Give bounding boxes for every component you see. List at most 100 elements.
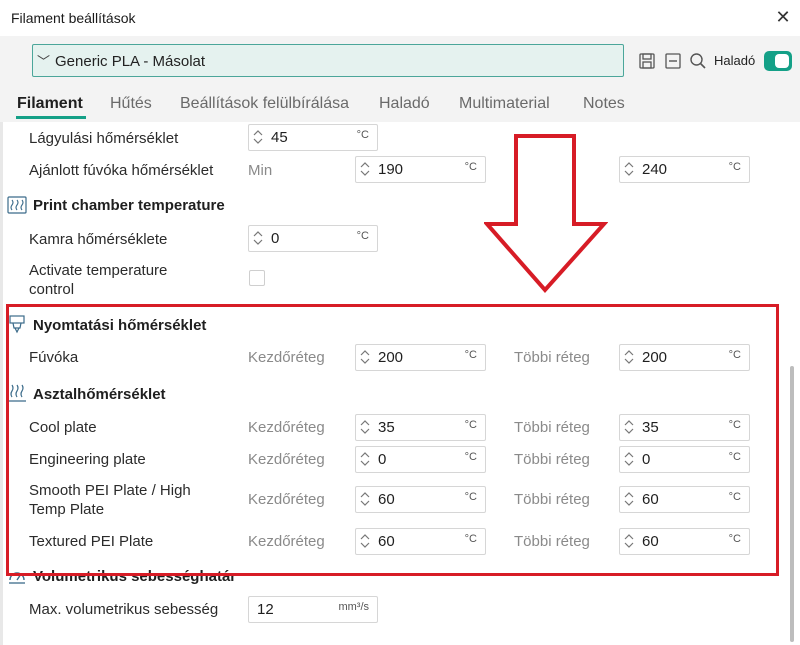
tab-setting-overrides[interactable]: Beállítások felülbírálása	[180, 95, 349, 113]
cool-plate-first-layer-input[interactable]: 35 °C	[355, 414, 486, 441]
advanced-toggle[interactable]	[764, 51, 792, 71]
other-layers-label: Többi réteg	[514, 451, 590, 468]
unit-label: °C	[464, 533, 477, 545]
unit-label: °C	[728, 491, 741, 503]
bed-temp-icon	[8, 384, 26, 402]
engineering-plate-other-layers-input[interactable]: 0 °C	[619, 446, 750, 473]
settings-panel: Lágyulási hőmérséklet 45 °C Ajánlott fúv…	[0, 122, 800, 645]
softening-temp-label: Lágyulási hőmérséklet	[29, 130, 179, 147]
field-value: 0	[378, 451, 387, 468]
softening-temp-value: 45	[271, 129, 288, 146]
spinner-icon[interactable]	[360, 348, 370, 366]
engineering-plate-first-layer-input[interactable]: 0 °C	[355, 446, 486, 473]
plate-name: Engineering plate	[29, 451, 146, 468]
bed-temp-section-title: Asztalhőmérséklet	[33, 386, 166, 403]
softening-temp-input[interactable]: 45 °C	[248, 124, 378, 151]
down-arrow-annotation	[484, 134, 608, 294]
spinner-icon[interactable]	[624, 160, 634, 178]
max-volumetric-speed-input[interactable]: 12 mm³/s	[248, 596, 378, 623]
unit-label: °C	[464, 451, 477, 463]
nozzle-max-input[interactable]: 240 °C	[619, 156, 750, 183]
unit-label: °C	[356, 230, 369, 242]
first-layer-label: Kezdőréteg	[248, 533, 325, 550]
textured-pei-first-layer-input[interactable]: 60 °C	[355, 528, 486, 555]
unit-label: °C	[728, 161, 741, 173]
plate-name-line1: Smooth PEI Plate / High	[29, 482, 191, 499]
save-icon[interactable]	[638, 52, 656, 70]
unit-label: °C	[464, 419, 477, 431]
spinner-icon[interactable]	[624, 450, 634, 468]
delete-preset-icon[interactable]	[664, 52, 682, 70]
other-layers-label: Többi réteg	[514, 533, 590, 550]
unit-label: °C	[728, 451, 741, 463]
chamber-temp-input[interactable]: 0 °C	[248, 225, 378, 252]
print-temp-section-title: Nyomtatási hőmérséklet	[33, 317, 207, 334]
activate-temp-control-checkbox[interactable]	[249, 270, 265, 286]
volumetric-speed-icon	[9, 572, 25, 584]
field-value: 35	[642, 419, 659, 436]
unit-label: °C	[728, 349, 741, 361]
first-layer-label: Kezdőréteg	[248, 491, 325, 508]
unit-label: °C	[464, 491, 477, 503]
volumetric-section-title: Volumetrikus sebességhatár	[33, 568, 237, 585]
preset-select[interactable]: ﹀ Generic PLA - Másolat	[32, 44, 624, 77]
nozzle-first-layer-input[interactable]: 200 °C	[355, 344, 486, 371]
title-bar: Filament beállítások ✕	[0, 0, 800, 36]
smooth-pei-first-layer-input[interactable]: 60 °C	[355, 486, 486, 513]
nozzle-other-layers-input[interactable]: 200 °C	[619, 344, 750, 371]
field-value: 60	[642, 491, 659, 508]
close-icon[interactable]: ✕	[772, 6, 794, 28]
cool-plate-other-layers-input[interactable]: 35 °C	[619, 414, 750, 441]
nozzle-min-input[interactable]: 190 °C	[355, 156, 486, 183]
field-value: 0	[642, 451, 651, 468]
field-value: 60	[642, 533, 659, 550]
plate-name-line2: Temp Plate	[29, 501, 105, 518]
spinner-icon[interactable]	[624, 490, 634, 508]
activate-temp-control-label-1: Activate temperature	[29, 262, 168, 279]
field-value: 60	[378, 491, 395, 508]
spinner-icon[interactable]	[624, 532, 634, 550]
nozzle-max-value: 240	[642, 161, 668, 178]
spinner-icon[interactable]	[360, 532, 370, 550]
first-layer-label: Kezdőréteg	[248, 451, 325, 468]
scrollbar[interactable]	[790, 366, 794, 642]
max-volumetric-speed-label: Max. volumetrikus sebesség	[29, 601, 219, 618]
spinner-icon[interactable]	[360, 490, 370, 508]
nozzle-min-value: 190	[378, 161, 404, 178]
nozzle-temp-icon	[9, 315, 25, 334]
preset-name: Generic PLA - Másolat	[55, 53, 206, 70]
tab-filament[interactable]: Filament	[17, 95, 83, 113]
other-layers-label: Többi réteg	[514, 349, 590, 366]
spinner-icon[interactable]	[360, 160, 370, 178]
search-icon[interactable]	[689, 52, 707, 70]
spinner-icon[interactable]	[624, 418, 634, 436]
spinner-icon[interactable]	[360, 418, 370, 436]
spinner-icon[interactable]	[624, 348, 634, 366]
chamber-temp-value: 0	[271, 230, 280, 247]
smooth-pei-other-layers-input[interactable]: 60 °C	[619, 486, 750, 513]
spinner-icon[interactable]	[253, 128, 263, 146]
tab-notes[interactable]: Notes	[583, 95, 625, 113]
panel-left-edge	[0, 122, 3, 645]
chamber-temp-label: Kamra hőmérséklete	[29, 231, 168, 248]
unit-label: °C	[464, 161, 477, 173]
nozzle-label: Fúvóka	[29, 349, 79, 366]
spinner-icon[interactable]	[253, 229, 263, 247]
nozzle-other-layers-value: 200	[642, 349, 668, 366]
tab-bar: Filament Hűtés Beállítások felülbírálása…	[0, 88, 800, 122]
field-value: 60	[378, 533, 395, 550]
chamber-section-title: Print chamber temperature	[33, 197, 225, 214]
advanced-label: Haladó	[714, 53, 756, 68]
tab-cooling[interactable]: Hűtés	[110, 95, 152, 113]
chamber-temp-icon	[7, 196, 27, 214]
tab-advanced[interactable]: Haladó	[379, 95, 430, 113]
activate-temp-control-label-2: control	[29, 281, 75, 298]
max-label: Max	[516, 162, 545, 179]
tab-multimaterial[interactable]: Multimaterial	[459, 95, 550, 113]
spinner-icon[interactable]	[360, 450, 370, 468]
unit-label: °C	[728, 533, 741, 545]
textured-pei-other-layers-input[interactable]: 60 °C	[619, 528, 750, 555]
other-layers-label: Többi réteg	[514, 419, 590, 436]
recommended-nozzle-temp-label: Ajánlott fúvóka hőmérséklet	[29, 162, 214, 179]
min-label: Min	[248, 162, 273, 179]
